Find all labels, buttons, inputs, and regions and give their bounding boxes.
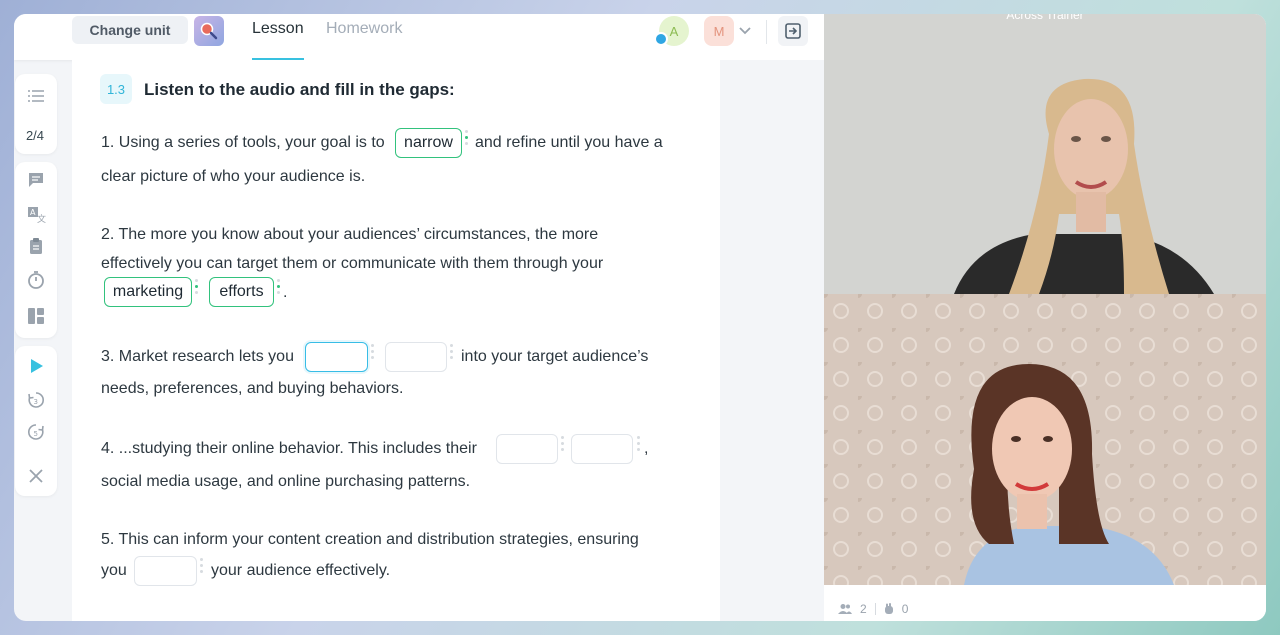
drag-handle[interactable] <box>450 344 453 372</box>
list-icon[interactable] <box>26 86 46 106</box>
participant-image <box>824 294 1266 585</box>
content-gutter <box>720 60 824 621</box>
q5-text-c: your audience effectively. <box>211 562 391 579</box>
svg-text:文: 文 <box>37 213 46 224</box>
q5-text-b: you <box>101 562 127 579</box>
tab-lesson[interactable]: Lesson <box>252 20 304 38</box>
exit-button[interactable] <box>778 16 808 46</box>
divider <box>766 20 767 44</box>
magnifier-icon <box>200 22 218 40</box>
avatar-teacher[interactable]: M <box>704 16 734 46</box>
exercise-title: Listen to the audio and fill in the gaps… <box>144 80 455 99</box>
participant-name: Across Trainer <box>1006 14 1084 22</box>
q1-text-b: and refine until you have a <box>475 134 663 151</box>
replay-3-icon[interactable]: 3 <box>26 390 46 410</box>
raised-hand-icon <box>884 603 893 614</box>
exit-icon <box>785 23 801 39</box>
chevron-down-icon[interactable] <box>738 24 752 38</box>
gap-input[interactable]: marketing <box>104 277 192 307</box>
q2-text-a: 2. The more you know about your audience… <box>101 226 599 243</box>
gap-input[interactable] <box>385 342 447 372</box>
exercise-number: 1.3 <box>100 74 132 104</box>
exercise-card: 1.3 Listen to the audio and fill in the … <box>72 60 720 621</box>
app-window: Change unit Lesson Homework A M 2/4 A 文 … <box>14 14 1266 621</box>
gap-input[interactable]: narrow <box>395 128 462 158</box>
q4-text-c: social media usage, and online purchasin… <box>101 473 471 490</box>
gap-input[interactable] <box>305 342 368 372</box>
video-panel: Across Trainer 2 0 <box>824 14 1266 621</box>
drag-handle[interactable] <box>371 344 374 372</box>
change-unit-button[interactable]: Change unit <box>72 16 188 44</box>
gap-input[interactable] <box>496 434 558 464</box>
drag-handle[interactable] <box>200 558 203 586</box>
q3-text-b: into your target audience’s <box>461 348 649 365</box>
unit-thumbnail[interactable] <box>194 16 224 46</box>
tab-homework[interactable]: Homework <box>326 20 402 38</box>
q3-text-a: 3. Market research lets you <box>101 348 294 365</box>
video-feed-student[interactable] <box>824 294 1266 585</box>
users-icon <box>838 604 852 614</box>
q2-text-b: effectively you can target them or commu… <box>101 255 604 272</box>
gap-input[interactable]: efforts <box>209 277 274 307</box>
drag-handle[interactable] <box>277 279 280 307</box>
svg-text:5: 5 <box>34 430 38 438</box>
drag-handle[interactable] <box>561 436 564 464</box>
drag-handle[interactable] <box>637 436 640 464</box>
video-feed-trainer[interactable]: Across Trainer <box>824 14 1266 294</box>
drag-handle[interactable] <box>465 130 468 158</box>
drag-handle[interactable] <box>195 279 198 307</box>
top-bar: Change unit Lesson Homework A M <box>14 14 824 60</box>
forward-5-icon[interactable]: 5 <box>26 422 46 442</box>
translate-icon[interactable]: A文 <box>26 204 46 224</box>
hand-badge-icon <box>654 32 668 46</box>
svg-text:A: A <box>30 208 36 217</box>
chat-icon[interactable] <box>26 170 46 190</box>
page-indicator: 2/4 <box>25 128 45 143</box>
q1-text-a: 1. Using a series of tools, your goal is… <box>101 134 385 151</box>
raised-hands-count: 0 <box>901 602 909 616</box>
toolbar-middle-group: A文 <box>15 162 57 338</box>
gap-input[interactable] <box>134 556 197 586</box>
q1-text-c: clear picture of who your audience is. <box>101 168 366 185</box>
clipboard-icon[interactable] <box>26 236 46 256</box>
layout-icon[interactable] <box>26 306 46 326</box>
toolbar-audio-group: 3 5 <box>15 346 57 496</box>
svg-text:3: 3 <box>34 398 38 406</box>
participant-image <box>824 14 1266 294</box>
gap-input[interactable] <box>571 434 633 464</box>
divider <box>874 603 876 615</box>
q2-period: . <box>283 284 288 301</box>
timer-icon[interactable] <box>26 270 46 290</box>
q4-text-a: 4. ...studying their online behavior. Th… <box>101 440 477 457</box>
q4-comma: , <box>644 440 649 457</box>
call-stats: 2 0 <box>838 602 908 616</box>
play-icon[interactable] <box>26 356 46 376</box>
close-icon[interactable] <box>26 466 46 486</box>
q3-text-c: needs, preferences, and buying behaviors… <box>101 380 404 397</box>
participants-count: 2 <box>860 602 867 616</box>
q5-text-a: 5. This can inform your content creation… <box>101 531 639 548</box>
